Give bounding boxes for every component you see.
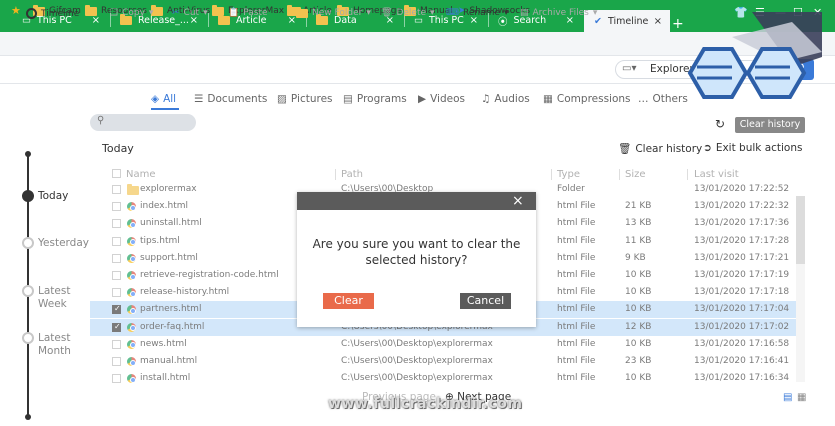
address-folder-icon: ▭▾ bbox=[622, 63, 637, 74]
audio-icon: ♫ bbox=[481, 93, 491, 105]
category-label: All bbox=[163, 93, 177, 105]
rename-button[interactable]: ⌨ Rename ▾ bbox=[446, 8, 508, 18]
cut-button[interactable]: ✂ Cut ▾ bbox=[172, 8, 208, 18]
confirm-dialog: × Are you sure you want to clear the sel… bbox=[297, 192, 536, 327]
paste-button[interactable]: 📋 Paste bbox=[228, 8, 268, 18]
program-icon: ▤ bbox=[343, 93, 353, 105]
confirm-clear-button[interactable]: Clear bbox=[323, 293, 374, 309]
others-icon: … bbox=[638, 93, 649, 105]
picture-icon: ▨ bbox=[277, 93, 287, 105]
dialog-message: Are you sure you want to clear the selec… bbox=[312, 237, 521, 267]
timeline-bottom-dot bbox=[25, 414, 31, 420]
grid-view-icon[interactable]: ▦ bbox=[797, 392, 806, 403]
delete-button[interactable]: 🗑 Delete ▾ bbox=[381, 8, 435, 18]
hexagon-logo-icon bbox=[687, 12, 822, 99]
close-tab-icon[interactable]: × bbox=[654, 16, 662, 27]
category-videos[interactable]: ▶ Videos bbox=[418, 93, 465, 105]
folder-icon bbox=[85, 4, 97, 16]
today-node-icon[interactable] bbox=[22, 190, 34, 202]
exit-icon: ➲ bbox=[703, 142, 712, 154]
timeline-nav bbox=[0, 84, 90, 426]
nav-latest-month[interactable]: Latest Month bbox=[38, 332, 71, 358]
scissors-icon: ✂ bbox=[172, 8, 180, 18]
clock-icon bbox=[26, 8, 37, 19]
close-icon[interactable]: × bbox=[512, 193, 524, 209]
timeline-top-dot bbox=[25, 151, 31, 157]
category-pictures[interactable]: ▨ Pictures bbox=[277, 93, 333, 105]
archive-button[interactable]: ▤ Archive Files ▾ bbox=[520, 8, 597, 18]
search-icon: ⚲ bbox=[97, 115, 105, 126]
close-tab-icon[interactable]: × bbox=[288, 15, 296, 26]
archive-icon: ▤ bbox=[520, 8, 529, 18]
rename-icon: ⌨ bbox=[446, 8, 459, 18]
copy-button[interactable]: ❏ Copy ▾ bbox=[110, 8, 153, 18]
list-view-icon[interactable]: ▤ bbox=[783, 392, 792, 403]
new-folder-icon bbox=[296, 6, 308, 18]
category-programs[interactable]: ▤ Programs bbox=[343, 93, 407, 105]
category-label: Audios bbox=[494, 93, 530, 105]
new-folder-button[interactable]: New Folder ▾ bbox=[296, 6, 371, 18]
copy-icon: ❏ bbox=[110, 8, 119, 18]
nav-latest-week[interactable]: Latest Week bbox=[38, 285, 70, 311]
close-tab-icon[interactable]: × bbox=[92, 15, 100, 26]
latest-month-node-icon[interactable] bbox=[22, 332, 34, 344]
nav-today[interactable]: Today bbox=[38, 190, 68, 203]
folder-icon bbox=[212, 4, 224, 16]
category-compressions[interactable]: ▦ Compressions bbox=[543, 93, 631, 105]
dialog-header bbox=[297, 192, 536, 210]
all-icon: ◈ bbox=[151, 93, 160, 105]
category-documents[interactable]: ☰ Documents bbox=[194, 93, 267, 105]
compression-icon: ▦ bbox=[543, 93, 553, 105]
trash-icon: 🗑 bbox=[381, 8, 393, 18]
cancel-button[interactable]: Cancel bbox=[460, 293, 511, 309]
history-search-input[interactable]: ⚲ bbox=[90, 114, 196, 131]
video-icon: ▶ bbox=[418, 93, 427, 105]
nav-yesterday[interactable]: Yesterday bbox=[38, 237, 89, 250]
document-icon: ☰ bbox=[194, 93, 204, 105]
clear-history-action[interactable]: 🗑 Clear history bbox=[618, 142, 702, 156]
category-label: Videos bbox=[430, 93, 465, 105]
timeline-button[interactable]: Timeline bbox=[26, 8, 79, 19]
category-label: Programs bbox=[356, 93, 407, 105]
yesterday-node-icon[interactable] bbox=[22, 237, 34, 249]
watermark-text: www.fullcrackindir.com bbox=[328, 396, 523, 412]
category-label: Pictures bbox=[290, 93, 333, 105]
exit-bulk-actions[interactable]: ➲ Exit bulk actions bbox=[703, 142, 802, 154]
trash-icon: 🗑 bbox=[618, 143, 632, 155]
category-label: Documents bbox=[207, 93, 268, 105]
category-all[interactable]: ◈ All bbox=[151, 93, 176, 105]
section-title: Today bbox=[102, 142, 134, 155]
category-audios[interactable]: ♫ Audios bbox=[481, 93, 530, 105]
latest-week-node-icon[interactable] bbox=[22, 285, 34, 297]
paste-icon: 📋 bbox=[228, 8, 240, 18]
category-label: Compressions bbox=[556, 93, 631, 105]
tab-label: Timeline bbox=[607, 15, 649, 27]
active-category-underline bbox=[151, 108, 179, 110]
star-icon[interactable]: ★ bbox=[11, 4, 21, 17]
